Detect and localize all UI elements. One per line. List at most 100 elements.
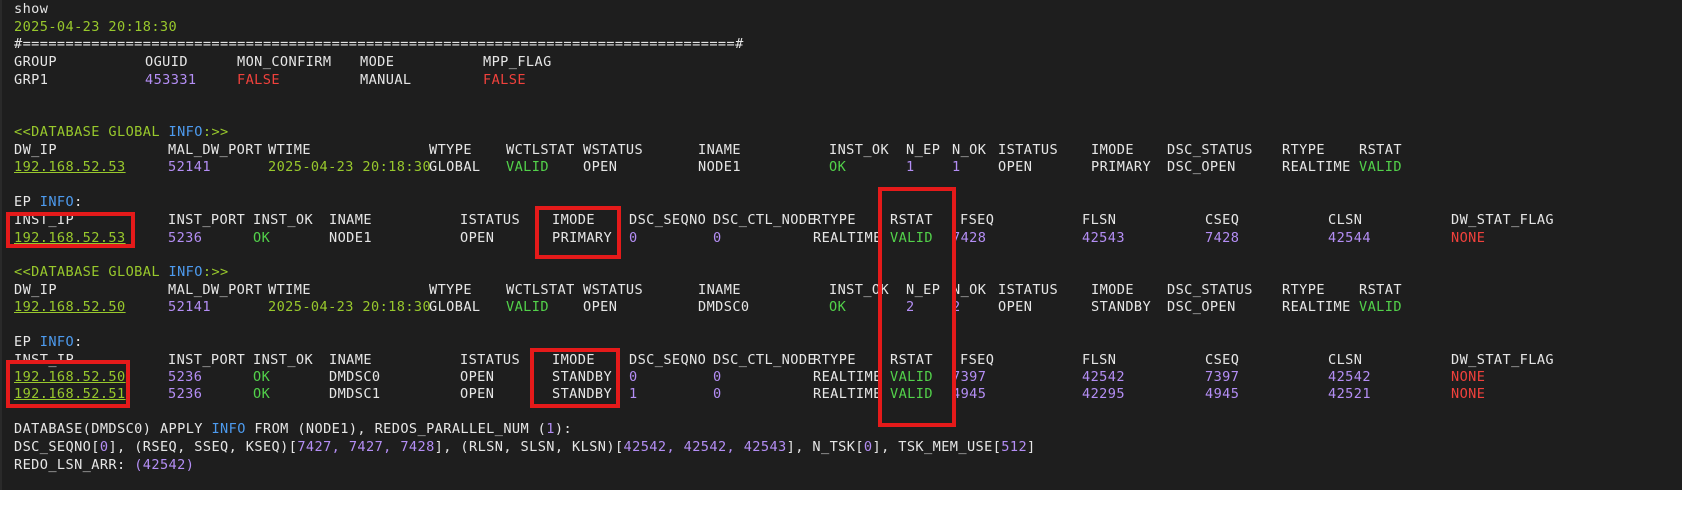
global-value-row: 192.168.52.50 52141 2025-04-23 20:18:30 … — [2, 298, 1402, 316]
apply-info-line: DATABASE(DMDSC0) APPLY INFO FROM (NODE1)… — [2, 420, 572, 438]
wtime-value: 2025-04-23 20:18:30 — [268, 299, 432, 315]
terminal-window[interactable]: show 2025-04-23 20:18:30 #==============… — [0, 0, 1682, 490]
rtype-value: REALTIME — [1282, 299, 1351, 315]
ep-info-prefix: EP — [14, 194, 40, 210]
seq-text: )[ — [606, 439, 624, 455]
timestamp-line: 2025-04-23 20:18:30 — [2, 18, 177, 36]
redo-lsn-value: (42542) — [134, 457, 195, 473]
dsc-seqno-value: 0 — [629, 230, 638, 246]
fseq-value: 7428 — [952, 230, 987, 246]
dw-ip-value[interactable]: 192.168.52.53 — [14, 158, 126, 176]
global-info-label: <<DATABASE GLOBAL INFO:>> — [2, 263, 228, 281]
n-ep-value: 2 — [906, 299, 915, 315]
inst-ok-value: OK — [253, 230, 271, 246]
col-fseq: FSEQ — [960, 352, 995, 368]
col-mode: MODE — [360, 54, 395, 70]
mpp-flag-value: FALSE — [483, 72, 526, 88]
inst-port-value: 5236 — [168, 230, 203, 246]
col-mal-dw-port: MAL_DW_PORT — [168, 282, 263, 298]
group-header-row: GROUP OGUID MON_CONFIRM MODE MPP_FLAG — [2, 53, 551, 71]
clsn-value: 42544 — [1328, 230, 1371, 246]
col-imode: IMODE — [552, 352, 595, 368]
col-dw-stat-flag: DW_STAT_FLAG — [1451, 212, 1555, 228]
col-cseq: CSEQ — [1205, 212, 1240, 228]
apply-db-name: DMDSC0 — [91, 421, 143, 437]
seq-text: DSC_SEQNO[ — [14, 439, 100, 455]
istatus-value: OPEN — [998, 299, 1033, 315]
apply-info-word: INFO — [211, 421, 246, 437]
col-wstatus: WSTATUS — [583, 282, 644, 298]
rtype-value: REALTIME — [1282, 159, 1351, 175]
col-inst-ok: INST_OK — [253, 212, 314, 228]
col-inst-ip: INST_IP — [14, 212, 75, 228]
redo-lsn-label: REDO_LSN_ARR: — [14, 457, 135, 473]
col-inst-port: INST_PORT — [168, 212, 246, 228]
col-rstat: RSTAT — [1359, 142, 1402, 158]
col-wctlstat: WCTLSTAT — [506, 142, 575, 158]
mal-dw-port-value: 52141 — [168, 159, 211, 175]
inst-ip-value[interactable]: 192.168.52.53 — [14, 229, 126, 247]
rtype-value: REALTIME — [813, 386, 882, 402]
col-rstat: RSTAT — [890, 352, 933, 368]
dsc-status-value: DSC_OPEN — [1167, 159, 1236, 175]
iname-value: DMDSC0 — [329, 369, 381, 385]
col-iname: INAME — [698, 142, 741, 158]
col-rtype: RTYPE — [813, 352, 856, 368]
inst-port-value: 5236 — [168, 369, 203, 385]
col-flsn: FLSN — [1082, 352, 1117, 368]
command-line: show — [2, 0, 48, 18]
global-info-suffix: :>> — [202, 264, 229, 280]
col-iname: INAME — [329, 212, 372, 228]
group-name: GRP1 — [14, 72, 49, 88]
apply-text: ): — [554, 421, 573, 437]
inst-ip-value[interactable]: 192.168.52.51 — [14, 385, 126, 403]
dsc-ctl-node-value: 0 — [713, 369, 722, 385]
col-imode: IMODE — [1091, 142, 1134, 158]
n-ok-value: 1 — [952, 159, 961, 175]
seq-line: DSC_SEQNO[0], (RSEQ, SSEQ, KSEQ)[7427, 7… — [2, 438, 1035, 456]
col-imode: IMODE — [552, 212, 595, 228]
inst-ok-value: OK — [829, 299, 847, 315]
col-dsc-status: DSC_STATUS — [1167, 282, 1253, 298]
rstat-value: VALID — [1359, 299, 1402, 315]
col-dsc-status: DSC_STATUS — [1167, 142, 1253, 158]
rstat-value: VALID — [890, 369, 933, 385]
group-value-row: GRP1 453331 FALSE MANUAL FALSE — [2, 71, 526, 89]
col-wtype: WTYPE — [429, 282, 472, 298]
cseq-value: 4945 — [1205, 386, 1240, 402]
redo-lsn-line: REDO_LSN_ARR: (42542) — [2, 456, 194, 474]
dw-stat-flag-value: NONE — [1451, 386, 1486, 402]
ep-info-label: EP INFO: — [2, 193, 82, 211]
dsc-seqno-value: 0 — [629, 369, 638, 385]
col-mpp-flag: MPP_FLAG — [483, 54, 552, 70]
flsn-value: 42295 — [1082, 386, 1125, 402]
inst-ip-value[interactable]: 192.168.52.50 — [14, 368, 126, 386]
wtime-value: 2025-04-23 20:18:30 — [268, 159, 432, 175]
fseq-value: 4945 — [952, 386, 987, 402]
col-mal-dw-port: MAL_DW_PORT — [168, 142, 263, 158]
dw-ip-value[interactable]: 192.168.52.50 — [14, 298, 126, 316]
col-dsc-seqno: DSC_SEQNO — [629, 352, 707, 368]
seq-text: ], ( — [108, 439, 143, 455]
cseq-value: 7397 — [1205, 369, 1240, 385]
imode-value: STANDBY — [552, 369, 613, 385]
n-ep-value: 1 — [906, 159, 915, 175]
iname-value: DMDSC1 — [329, 386, 381, 402]
timestamp: 2025-04-23 20:18:30 — [14, 19, 178, 35]
dsc-ctl-node-value: 0 — [713, 230, 722, 246]
col-n-ok: N_OK — [952, 142, 987, 158]
mon-confirm-value: FALSE — [237, 72, 280, 88]
separator-line: #=======================================… — [2, 35, 743, 53]
col-oguid: OGUID — [145, 54, 188, 70]
n-tsk-value: 0 — [863, 439, 873, 455]
col-iname: INAME — [698, 282, 741, 298]
dsc-seqno-value: 1 — [629, 386, 638, 402]
wtype-value: GLOBAL — [429, 159, 481, 175]
apply-node-name: NODE1 — [305, 421, 349, 437]
oguid-value: 453331 — [145, 72, 197, 88]
rtype-value: REALTIME — [813, 369, 882, 385]
mal-dw-port-value: 52141 — [168, 299, 211, 315]
imode-value: STANDBY — [552, 386, 613, 402]
ep-info-word: INFO — [39, 334, 75, 350]
inst-port-value: 5236 — [168, 386, 203, 402]
